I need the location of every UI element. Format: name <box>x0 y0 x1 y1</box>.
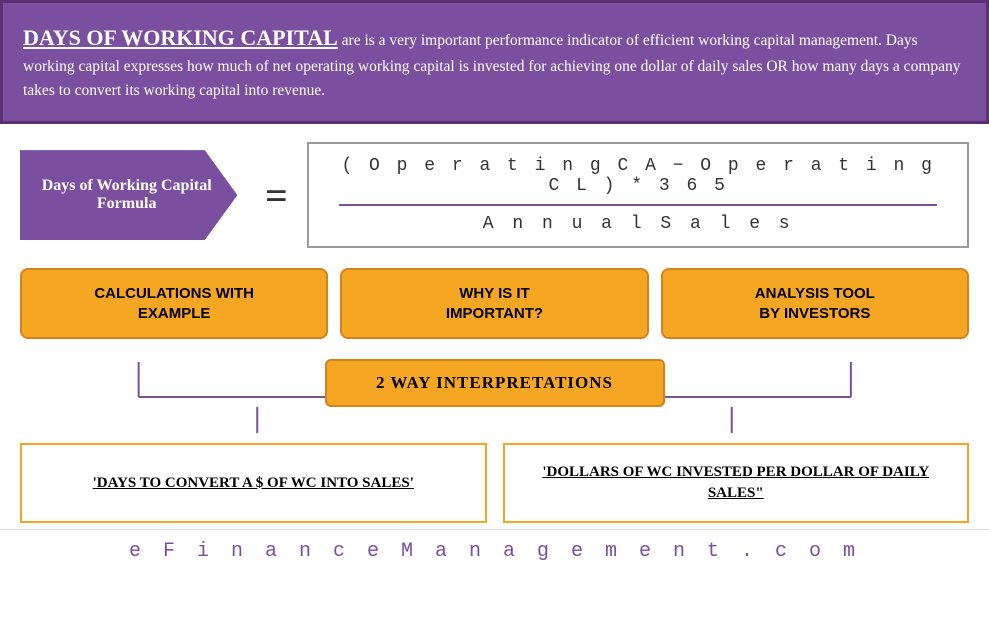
footer: e F i n a n c e M a n a g e m e n t . c … <box>0 529 989 571</box>
banner-title: DAYS OF WORKING CAPITAL <box>23 25 338 50</box>
down-arrows <box>20 407 969 443</box>
formula-label: Days of Working Capital Formula <box>20 150 237 240</box>
down-arrows-svg <box>20 407 969 443</box>
interpretation-boxes-row: 'DAYS TO CONVERT A $ OF WC INTO SALES' '… <box>20 443 969 523</box>
analysis-tool-button[interactable]: ANALYSIS TOOL BY INVESTORS <box>661 268 969 339</box>
interpretations-section: 2 WAY INTERPRETATIONS 'DAYS TO CONVERT A… <box>0 349 989 529</box>
fraction-denominator: A n n u a l S a l e s <box>483 214 794 234</box>
interpretation-1-text: 'DAYS TO CONVERT A $ OF WC INTO SALES' <box>93 473 414 494</box>
action-buttons-row: CALCULATIONS WITH EXAMPLE WHY IS IT IMPO… <box>0 258 989 349</box>
formula-fraction: ( O p e r a t i n g C A − O p e r a t i … <box>307 142 969 248</box>
calculations-button[interactable]: CALCULATIONS WITH EXAMPLE <box>20 268 328 339</box>
interpretation-box-1: 'DAYS TO CONVERT A $ OF WC INTO SALES' <box>20 443 487 523</box>
why-important-button[interactable]: WHY IS IT IMPORTANT? <box>340 268 648 339</box>
formula-label-text: Days of Working Capital Formula <box>38 177 215 213</box>
interpretation-2-text: 'DOLLARS OF WC INVESTED PER DOLLAR OF DA… <box>523 462 950 504</box>
interpretations-label: 2 WAY INTERPRETATIONS <box>376 373 613 392</box>
interpretation-box-2: 'DOLLARS OF WC INVESTED PER DOLLAR OF DA… <box>503 443 970 523</box>
formula-section: Days of Working Capital Formula = ( O p … <box>0 124 989 258</box>
fraction-divider <box>339 204 937 206</box>
fraction-numerator: ( O p e r a t i n g C A − O p e r a t i … <box>339 156 937 196</box>
equals-sign: = <box>261 172 291 219</box>
footer-text: e F i n a n c e M a n a g e m e n t . c … <box>129 540 860 563</box>
top-banner: DAYS OF WORKING CAPITAL are is a very im… <box>0 0 989 124</box>
interpretations-main-btn[interactable]: 2 WAY INTERPRETATIONS <box>325 359 665 407</box>
